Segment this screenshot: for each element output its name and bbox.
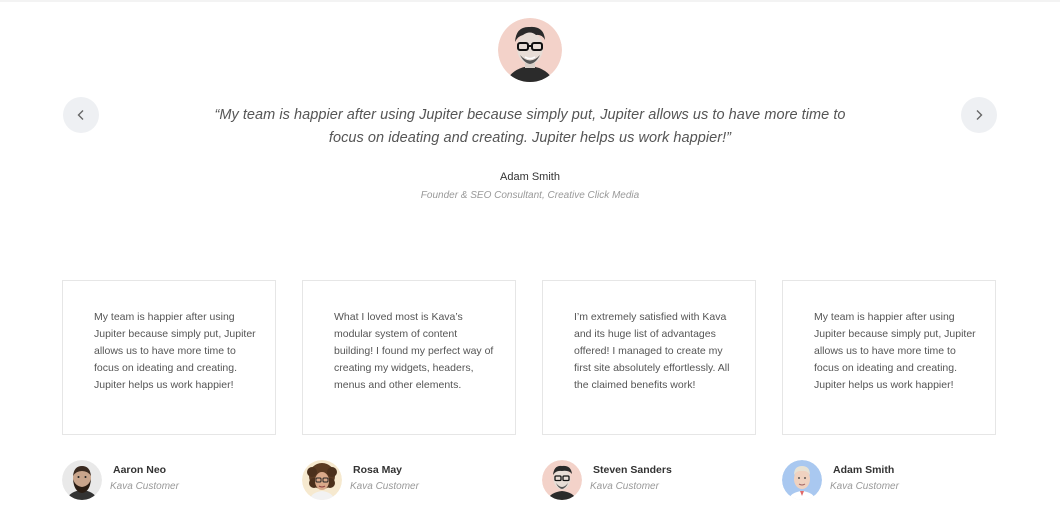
author-name: Aaron Neo: [113, 464, 167, 476]
featured-testimonial: “My team is happier after using Jupiter …: [0, 0, 1060, 240]
featured-author-name: Adam Smith: [500, 171, 560, 183]
testimonial-author: Steven Sanders Kava Customer: [542, 460, 756, 500]
testimonial-text: What I loved most is Kava’s modular syst…: [334, 311, 494, 391]
author-role: Kava Customer: [590, 481, 659, 492]
author-avatar: [782, 460, 822, 500]
author-avatar: [62, 460, 102, 500]
author-role: Kava Customer: [350, 481, 419, 492]
author-role: Kava Customer: [830, 481, 899, 492]
testimonial-card: I’m extremely satisfied with Kava and it…: [542, 280, 756, 435]
testimonial-author: Adam Smith Kava Customer: [782, 460, 996, 500]
testimonial-card: My team is happier after using Jupiter b…: [62, 280, 276, 435]
testimonial-card: My team is happier after using Jupiter b…: [782, 280, 996, 435]
author-avatar: [302, 460, 342, 500]
author-name: Adam Smith: [833, 464, 895, 476]
author-role: Kava Customer: [110, 481, 179, 492]
featured-author-role: Founder & SEO Consultant, Creative Click…: [420, 190, 640, 201]
featured-quote: “My team is happier after using Jupiter …: [214, 107, 846, 146]
author-name: Steven Sanders: [593, 464, 672, 476]
carousel-next-button[interactable]: [961, 97, 997, 133]
testimonial-author: Rosa May Kava Customer: [302, 460, 516, 500]
author-avatar: [542, 460, 582, 500]
testimonial-author: Aaron Neo Kava Customer: [62, 460, 276, 500]
chevron-right-icon: [976, 110, 983, 120]
testimonial-card: What I loved most is Kava’s modular syst…: [302, 280, 516, 435]
carousel-prev-button[interactable]: [63, 97, 99, 133]
testimonial-text: My team is happier after using Jupiter b…: [94, 311, 256, 391]
author-name: Rosa May: [353, 464, 403, 476]
testimonial-text: My team is happier after using Jupiter b…: [814, 311, 976, 391]
featured-avatar: [498, 18, 562, 82]
chevron-left-icon: [77, 110, 84, 120]
testimonial-text: I’m extremely satisfied with Kava and it…: [574, 311, 730, 391]
